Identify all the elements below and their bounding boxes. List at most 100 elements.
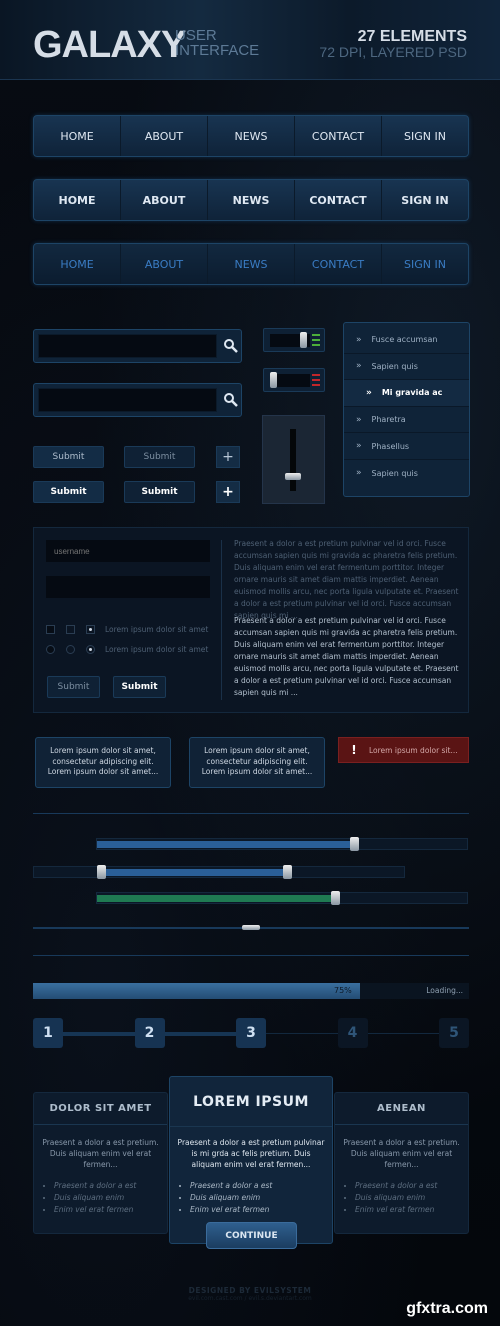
step-4[interactable]: 4	[337, 1018, 368, 1048]
slider-knob[interactable]	[242, 925, 260, 930]
nav-sign-in[interactable]: SIGN IN	[382, 180, 468, 220]
progress-fill	[33, 983, 360, 999]
nav-contact[interactable]: CONTACT	[295, 244, 382, 284]
plus-icon: +	[222, 449, 234, 465]
toggle-on[interactable]	[263, 328, 325, 352]
slider-single[interactable]	[33, 925, 469, 930]
slider-single[interactable]	[96, 837, 468, 851]
step-1[interactable]: 1	[33, 1018, 63, 1048]
header-info: 27 ELEMENTS 72 DPI, LAYERED PSD	[319, 28, 467, 60]
plus-icon: +	[222, 484, 234, 500]
nav-sign-in[interactable]: SIGN IN	[382, 116, 468, 156]
plan-feature: Enim vel erat fermen	[355, 1204, 468, 1216]
vertical-slider[interactable]	[262, 415, 325, 504]
file-format: 72 DPI, LAYERED PSD	[319, 44, 467, 60]
plan-features: Praesent a dolor a est Duis aliquam enim…	[34, 1170, 167, 1216]
plan-feature: Praesent a dolor a est	[54, 1180, 167, 1192]
alert-error: ! Lorem ipsum dolor sit...	[338, 737, 469, 763]
alert-text: Lorem ipsum dolor sit...	[369, 745, 458, 755]
radio[interactable]	[66, 645, 75, 654]
toggle-off[interactable]	[263, 368, 325, 392]
nav-about[interactable]: ABOUT	[121, 180, 208, 220]
submit-button-bold[interactable]: Submit	[33, 481, 104, 503]
progress-status: Loading...	[426, 986, 463, 995]
plan-desc: Praesent a dolor a est pretium. Duis ali…	[42, 1138, 159, 1169]
led-indicator-red	[312, 374, 320, 389]
slider-knob[interactable]	[331, 891, 341, 905]
slider-single[interactable]	[96, 891, 468, 905]
checkbox-disabled[interactable]	[46, 625, 55, 634]
plan-desc: Praesent a dolor a est pretium pulvinar …	[177, 1138, 325, 1169]
form-submit-button[interactable]: Submit	[47, 676, 100, 698]
search-button[interactable]	[221, 330, 241, 362]
username-field[interactable]	[46, 540, 210, 562]
step-3[interactable]: 3	[236, 1018, 266, 1048]
nav-home[interactable]: HOME	[34, 244, 121, 284]
radio-disabled[interactable]	[46, 645, 55, 654]
slider-fill	[97, 895, 336, 902]
tooltip-left: Lorem ipsum dolor sit amet, consectetur …	[189, 737, 325, 788]
plan-title: DOLOR SIT AMET	[34, 1093, 167, 1125]
menu-item[interactable]: » Sapien quis	[344, 460, 469, 487]
slider-knob[interactable]	[282, 865, 292, 879]
radio-checked[interactable]	[86, 645, 95, 654]
nav-about[interactable]: ABOUT	[121, 116, 208, 156]
tooltip-bottom: Lorem ipsum dolor sit amet, consectetur …	[35, 737, 171, 788]
double-chevron-icon: »	[356, 414, 362, 425]
nav-news[interactable]: NEWS	[208, 180, 295, 220]
nav-contact[interactable]: CONTACT	[295, 116, 382, 156]
nav-news[interactable]: NEWS	[208, 244, 295, 284]
menu-item[interactable]: » Pharetra	[344, 407, 469, 434]
slider-fill	[100, 869, 287, 876]
nav-about[interactable]: ABOUT	[121, 244, 208, 284]
plan-feature: Enim vel erat fermen	[54, 1204, 167, 1216]
nav-contact[interactable]: CONTACT	[295, 180, 382, 220]
plan-feature: Duis aliquam enim	[190, 1192, 332, 1204]
menu-item[interactable]: » Phasellus	[344, 433, 469, 460]
slider-knob[interactable]	[96, 865, 106, 879]
submit-button-bold-dim[interactable]: Submit	[124, 481, 195, 503]
submit-button-dim[interactable]: Submit	[124, 446, 195, 468]
plan-features: Praesent a dolor a est Duis aliquam enim…	[170, 1170, 332, 1216]
nav-home[interactable]: HOME	[34, 116, 121, 156]
slider-knob[interactable]	[349, 837, 359, 851]
nav-home[interactable]: HOME	[34, 180, 121, 220]
continue-button[interactable]: CONTINUE	[206, 1222, 297, 1249]
checkbox-checked[interactable]	[86, 625, 95, 634]
step-2[interactable]: 2	[134, 1018, 165, 1048]
search-input[interactable]	[38, 334, 217, 358]
nav-sign-in[interactable]: SIGN IN	[382, 244, 468, 284]
form-submit-button-bold[interactable]: Submit	[113, 676, 166, 698]
progress-bar: 75% Loading...	[33, 983, 469, 999]
toggle-knob[interactable]	[270, 372, 277, 388]
step-5[interactable]: 5	[439, 1018, 469, 1048]
password-field[interactable]	[46, 576, 210, 598]
search-box-1	[33, 329, 242, 363]
search-button[interactable]	[221, 384, 241, 416]
plan-title: AENEAN	[335, 1093, 468, 1125]
pricing-card-featured: LOREM IPSUM Praesent a dolor a est preti…	[169, 1076, 333, 1244]
submit-button[interactable]: Submit	[33, 446, 104, 468]
footer-credit: DESIGNED BY EVILSYSTEM	[188, 1286, 312, 1295]
paragraph-bright: Praesent a dolor a est pretium pulvinar …	[234, 616, 459, 697]
form-panel: Lorem ipsum dolor sit amet Lorem ipsum d…	[33, 527, 469, 713]
vertical-slider-knob[interactable]	[285, 473, 301, 480]
plan-feature: Praesent a dolor a est	[355, 1180, 468, 1192]
plus-button[interactable]: +	[216, 446, 240, 468]
checkbox[interactable]	[66, 625, 75, 634]
plus-button-bold[interactable]: +	[216, 481, 240, 503]
pricing-card-left: DOLOR SIT AMET Praesent a dolor a est pr…	[33, 1092, 168, 1234]
elements-count: 27 ELEMENTS	[357, 28, 467, 45]
slider-range[interactable]	[33, 865, 405, 879]
menu-item[interactable]: » Sapien quis	[344, 354, 469, 381]
nav-bar-blue: HOME ABOUT NEWS CONTACT SIGN IN	[33, 243, 469, 285]
watermark: gfxtra.com	[406, 1300, 488, 1317]
double-chevron-icon: »	[366, 387, 372, 398]
toggle-knob[interactable]	[300, 332, 307, 348]
plan-feature: Duis aliquam enim	[355, 1192, 468, 1204]
menu-item[interactable]: » Fusce accumsan	[344, 327, 469, 354]
search-input[interactable]	[38, 388, 217, 412]
subtitle-line1: USER	[175, 27, 217, 44]
nav-news[interactable]: NEWS	[208, 116, 295, 156]
menu-item-active[interactable]: » Mi gravida ac	[344, 380, 469, 407]
